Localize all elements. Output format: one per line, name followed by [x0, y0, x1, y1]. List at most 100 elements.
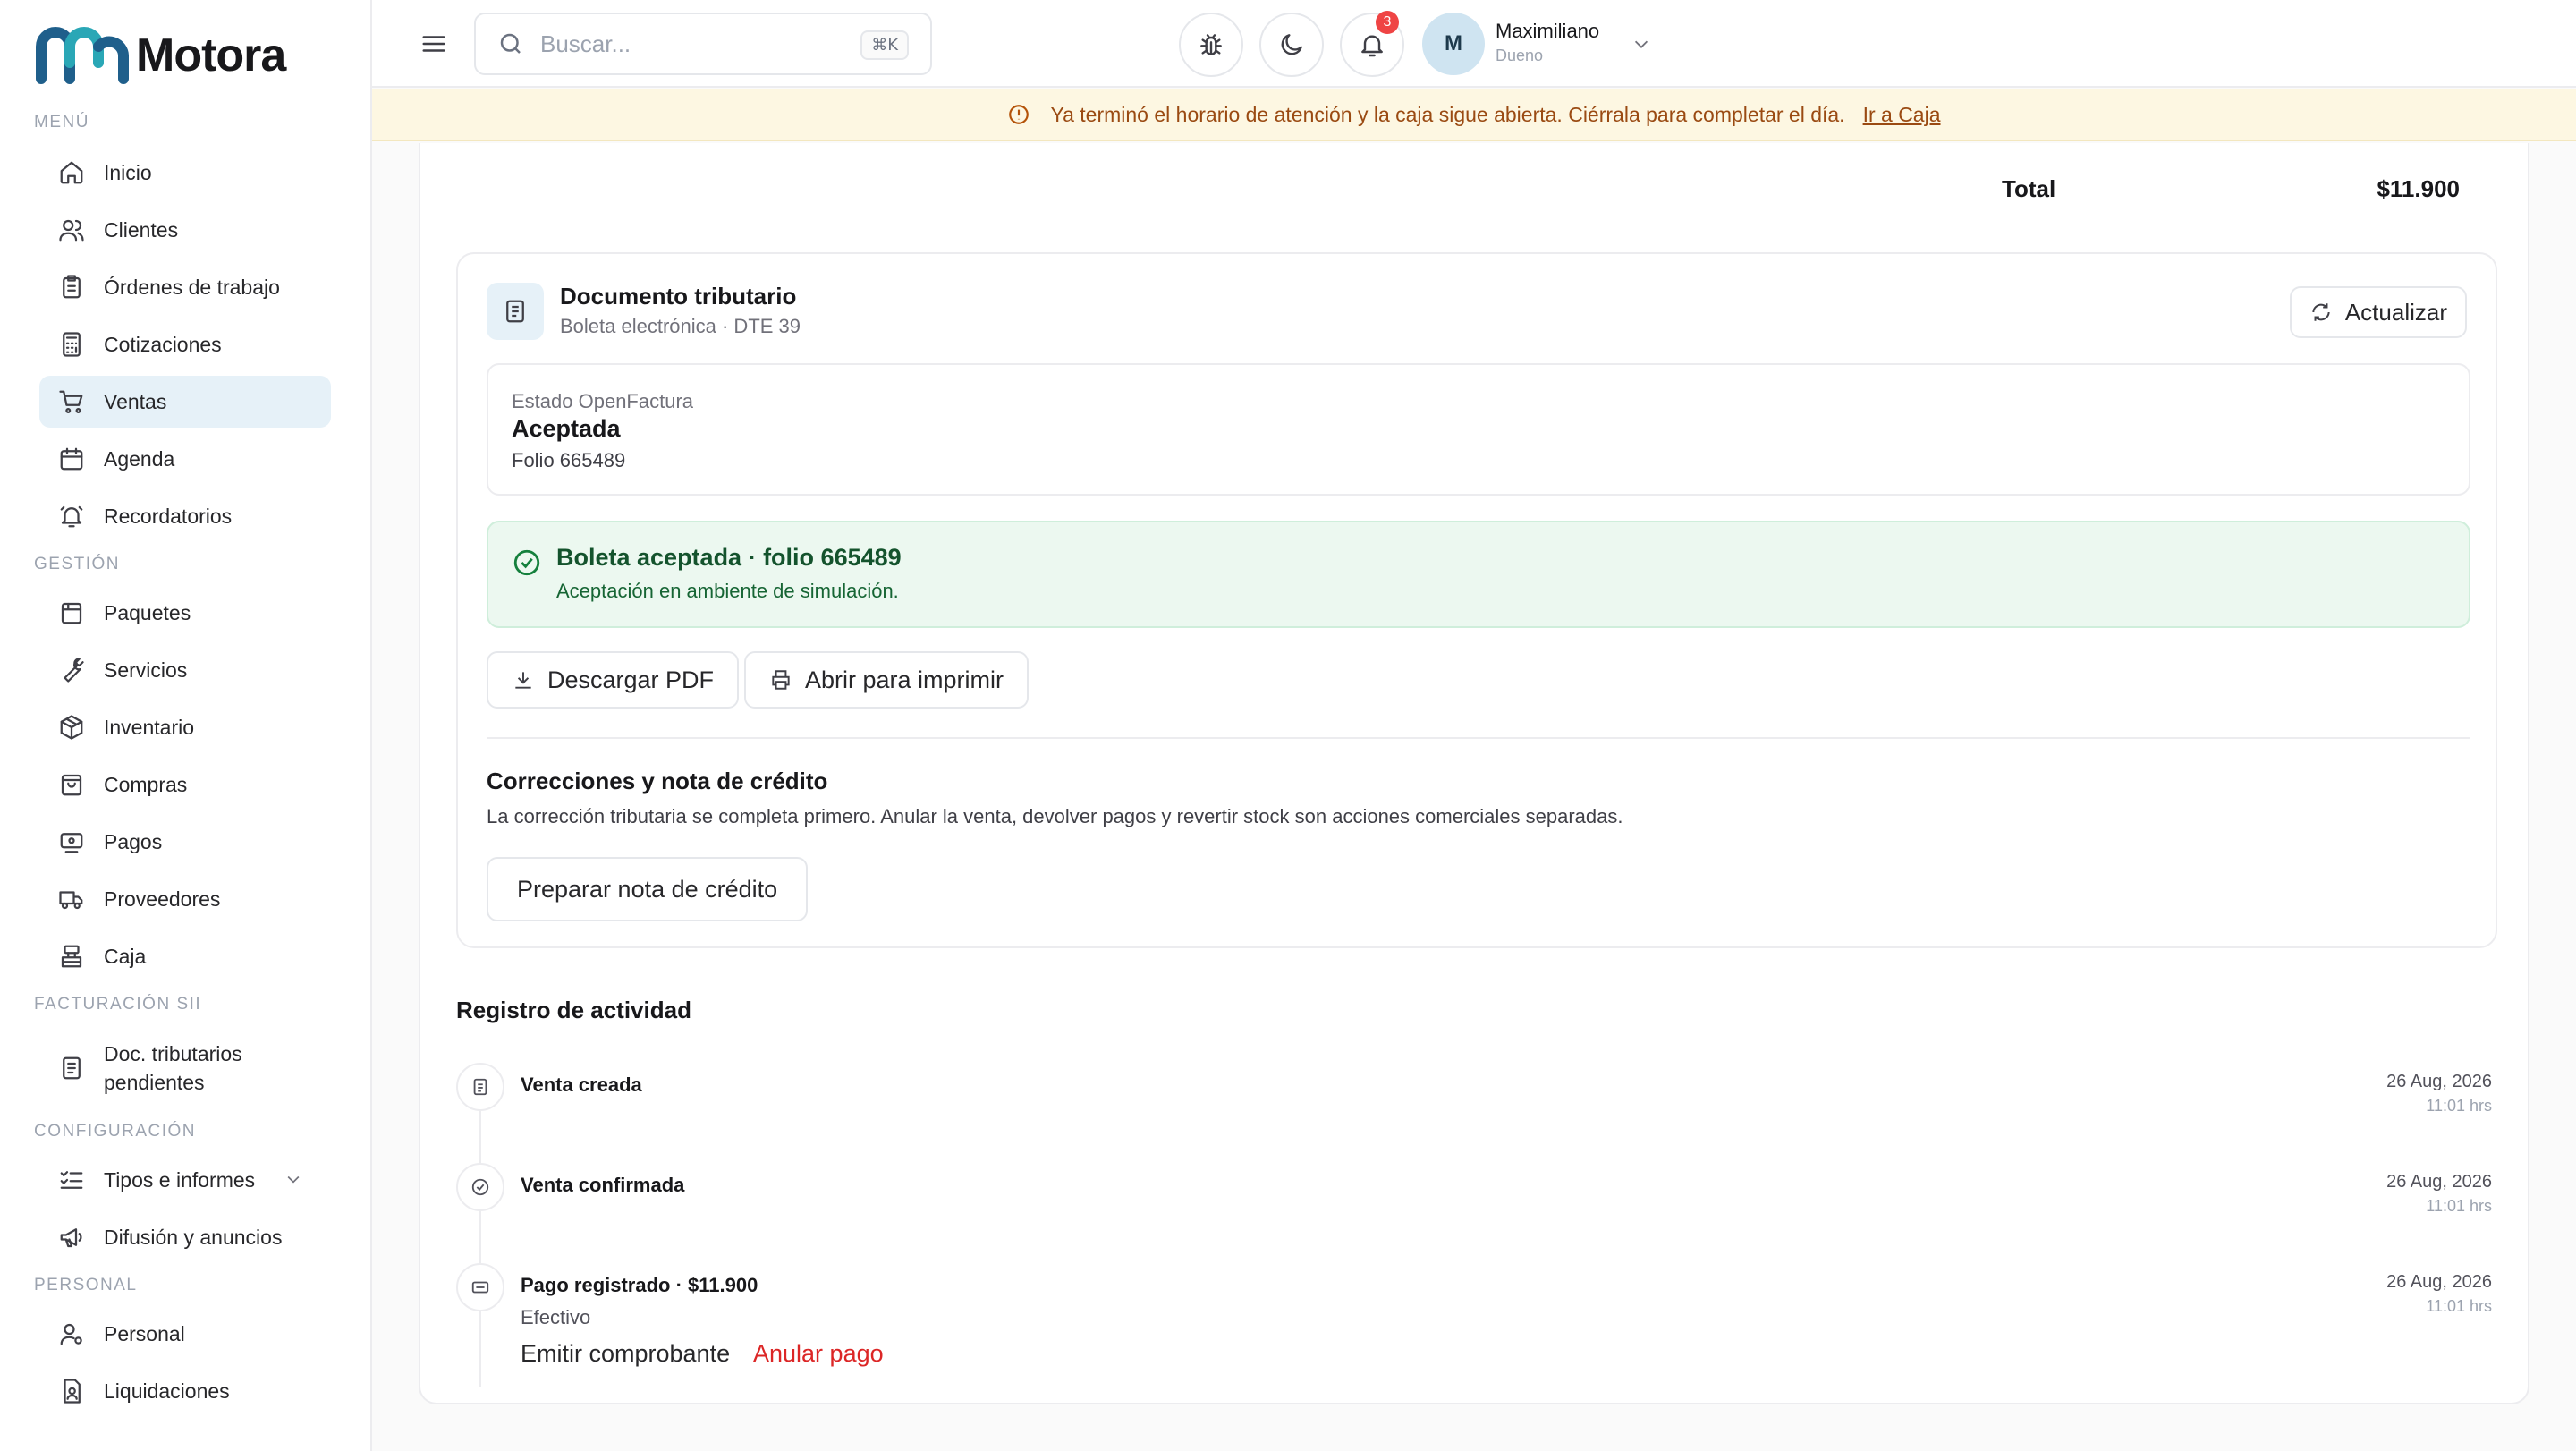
update-button[interactable]: Actualizar [2289, 286, 2467, 338]
search-shortcut: ⌘K [860, 30, 909, 60]
document-icon [57, 1054, 86, 1082]
sidebar-item-label: Personal [104, 1321, 185, 1345]
search-placeholder: Buscar... [540, 30, 631, 57]
bug-report-button[interactable] [1179, 13, 1243, 77]
openfactura-status-box: Estado OpenFactura Aceptada Folio 665489 [487, 363, 2470, 496]
brand-name: Motora [136, 30, 286, 81]
activity-item-date: 26 Aug, 2026 [2386, 1072, 2492, 1091]
sidebar-item-label: Caja [104, 944, 147, 968]
corrections-text: La corrección tributaria se completa pri… [487, 805, 1623, 827]
status-label: Estado OpenFactura [512, 390, 694, 412]
open-print-button[interactable]: Abrir para imprimir [744, 651, 1030, 709]
sidebar-item-tipos-informes[interactable]: Tipos e informes [39, 1154, 331, 1206]
sidebar-item-liquidaciones[interactable]: Liquidaciones [39, 1365, 331, 1417]
total-row: Total $11.900 [2002, 175, 2460, 203]
sidebar-item-inicio[interactable]: Inicio [39, 147, 331, 199]
sidebar-item-servicios[interactable]: Servicios [39, 644, 331, 696]
megaphone-icon [57, 1223, 86, 1252]
void-payment-link[interactable]: Anular pago [753, 1340, 884, 1368]
notifications-button[interactable]: 3 [1340, 11, 1404, 77]
timeline-payment-icon [456, 1263, 504, 1311]
sidebar-item-personal[interactable]: Personal [39, 1308, 331, 1360]
section-menu: MENÚ [34, 113, 89, 132]
sidebar-item-proveedores[interactable]: Proveedores [39, 873, 331, 925]
sidebar-item-caja[interactable]: Caja [39, 930, 331, 982]
success-title: Boleta aceptada · folio 665489 [556, 544, 902, 571]
sidebar-item-label: Clientes [104, 217, 179, 242]
sidebar-item-label: Recordatorios [104, 504, 233, 528]
theme-toggle-button[interactable] [1259, 13, 1324, 77]
sidebar-item-recordatorios[interactable]: Recordatorios [39, 490, 331, 542]
sidebar-item-ordenes[interactable]: Órdenes de trabajo [39, 261, 331, 313]
calculator-icon [57, 330, 86, 359]
sidebar-item-label: Compras [104, 772, 188, 796]
section-personal: PERSONAL [34, 1276, 138, 1294]
corrections-title: Correcciones y nota de crédito [487, 768, 828, 794]
sidebar-item-agenda[interactable]: Agenda [39, 433, 331, 485]
sidebar-item-label: Inicio [104, 160, 152, 184]
open-print-label: Abrir para imprimir [805, 666, 1004, 693]
activity-item-date: 26 Aug, 2026 [2386, 1172, 2492, 1192]
sidebar-item-clientes[interactable]: Clientes [39, 204, 331, 256]
sidebar-item-label: Agenda [104, 446, 175, 471]
sidebar-item-pagos[interactable]: Pagos [39, 816, 331, 868]
timeline-document-icon [456, 1063, 504, 1111]
sidebar-item-inventario[interactable]: Inventario [39, 701, 331, 753]
sidebar-item-label: Pagos [104, 829, 163, 853]
file-user-icon [57, 1377, 86, 1405]
sidebar-item-label: Tipos e informes [104, 1167, 256, 1192]
prepare-credit-note-label: Preparar nota de crédito [517, 875, 778, 903]
bell-icon [1361, 35, 1383, 57]
motora-logo-icon [36, 27, 129, 84]
clipboard-icon [57, 273, 86, 301]
sidebar-item-label: Doc. tributarios pendientes [104, 1042, 242, 1094]
update-button-label: Actualizar [2344, 298, 2447, 326]
user-cog-icon [57, 1319, 86, 1348]
search-input[interactable]: Buscar... ⌘K [474, 13, 932, 75]
timeline-check-icon [456, 1163, 504, 1211]
search-icon [500, 33, 521, 54]
document-title: Documento tributario [560, 283, 797, 310]
go-to-cash-link[interactable]: Ir a Caja [1863, 103, 1941, 127]
topbar: Buscar... ⌘K 3 M Maximiliano Dueno [372, 0, 2576, 88]
chevron-down-icon[interactable] [1631, 34, 1651, 54]
sidebar-item-label: Difusión y anuncios [104, 1225, 283, 1249]
sidebar-item-ventas[interactable]: Ventas [39, 376, 331, 428]
download-pdf-button[interactable]: Descargar PDF [487, 651, 740, 709]
total-value: $11.900 [2377, 175, 2460, 202]
activity-item-date: 26 Aug, 2026 [2386, 1272, 2492, 1292]
menu-toggle-icon[interactable] [420, 30, 447, 57]
avatar[interactable]: M [1422, 13, 1485, 75]
section-configuracion: CONFIGURACIÓN [34, 1122, 196, 1141]
sidebar-item-label: Liquidaciones [104, 1379, 230, 1403]
users-icon [57, 216, 86, 244]
section-facturacion: FACTURACIÓN SII [34, 995, 202, 1014]
bell-icon [57, 502, 86, 530]
activity-item-time: 11:01 hrs [2426, 1097, 2492, 1115]
sidebar-item-difusion[interactable]: Difusión y anuncios [39, 1211, 331, 1263]
sidebar-item-label: Órdenes de trabajo [104, 275, 280, 299]
notifications-badge: 3 [1376, 11, 1399, 34]
divider [487, 737, 2470, 739]
sidebar-item-label: Paquetes [104, 600, 191, 624]
sidebar-item-paquetes[interactable]: Paquetes [39, 587, 331, 639]
activity-item-title: Pago registrado · $11.900 [521, 1274, 758, 1296]
moon-icon [1281, 34, 1302, 55]
sidebar-item-compras[interactable]: Compras [39, 759, 331, 810]
activity-item-time: 11:01 hrs [2426, 1297, 2492, 1315]
prepare-credit-note-button[interactable]: Preparar nota de crédito [487, 857, 809, 921]
activity-title: Registro de actividad [456, 997, 691, 1023]
brand-logo[interactable]: Motora [36, 27, 286, 84]
success-alert: Boleta aceptada · folio 665489 Aceptació… [487, 521, 2470, 628]
emit-receipt-link[interactable]: Emitir comprobante [521, 1340, 730, 1368]
sidebar-item-cotizaciones[interactable]: Cotizaciones [39, 318, 331, 370]
alert-circle-icon [1009, 105, 1030, 124]
user-name[interactable]: Maximiliano [1496, 20, 1599, 43]
success-subtitle: Aceptación en ambiente de simulación. [556, 580, 899, 602]
main-area: Buscar... ⌘K 3 M Maximiliano Dueno Ya te… [372, 0, 2576, 1451]
banner-message: Ya terminó el horario de atención y la c… [1050, 102, 1845, 126]
folio-number: Folio 665489 [512, 449, 626, 471]
tax-document-card: Documento tributario Boleta electrónica … [456, 252, 2497, 948]
sidebar-item-doc-tributarios[interactable]: Doc. tributarios pendientes [39, 1032, 331, 1104]
refresh-icon [2312, 303, 2330, 321]
